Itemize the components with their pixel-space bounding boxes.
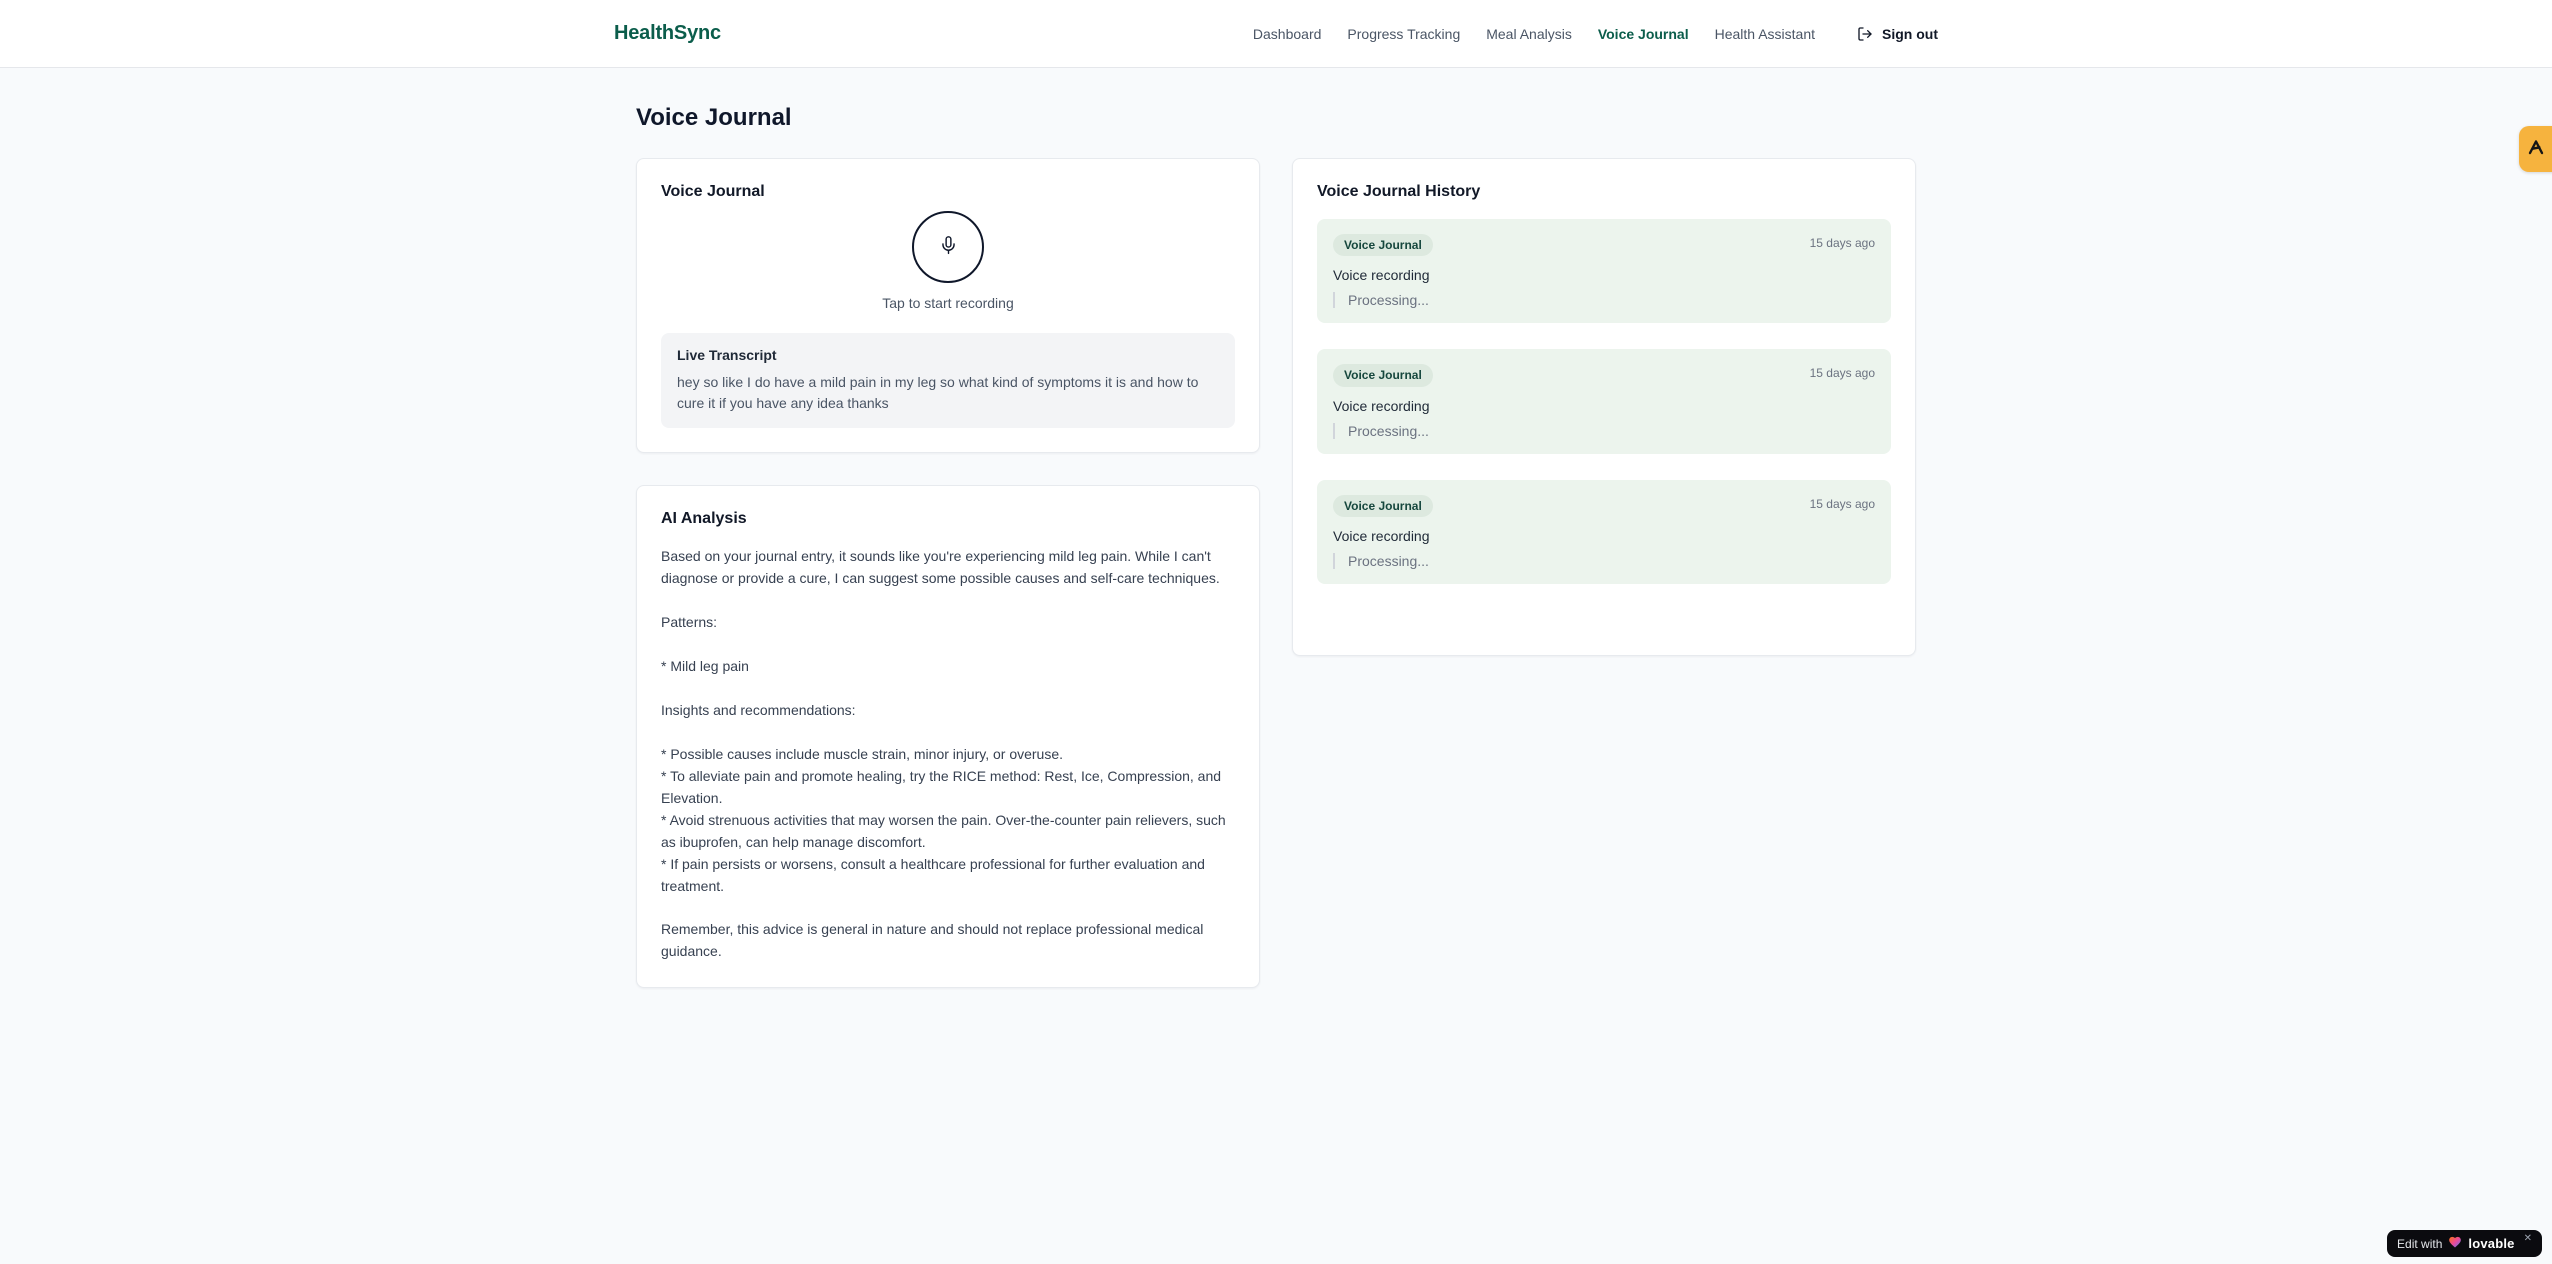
live-transcript-box: Live Transcript hey so like I do have a …: [661, 333, 1235, 428]
entry-text: Voice recording: [1333, 528, 1430, 545]
history-card: Voice Journal History Voice Journal 15 d…: [1292, 158, 1916, 656]
lovable-mark-icon: [2527, 138, 2545, 161]
nav-item-dashboard[interactable]: Dashboard: [1253, 26, 1322, 42]
entry-timestamp: 15 days ago: [1809, 236, 1875, 250]
entry-timestamp: 15 days ago: [1809, 496, 1875, 511]
entry-status: Processing...: [1333, 553, 1875, 570]
history-entries: Voice Journal 15 days ago Voice recordin…: [1317, 219, 1891, 585]
sign-out-button[interactable]: Sign out: [1857, 26, 1938, 42]
entry-timestamp: 15 days ago: [1809, 366, 1875, 381]
nav-item-voice-journal[interactable]: Voice Journal: [1598, 26, 1689, 42]
app-logo[interactable]: HealthSync: [614, 22, 721, 45]
microphone-icon: [939, 236, 958, 258]
voice-recorder-card: Voice Journal Tap to start recording Liv…: [636, 158, 1260, 453]
page-title: Voice Journal: [636, 104, 792, 131]
history-entry[interactable]: Voice Journal 15 days ago Voice recordin…: [1317, 479, 1891, 585]
ai-analysis-text: Based on your journal entry, it sounds l…: [661, 548, 1226, 960]
ai-analysis-card: AI Analysis Based on your journal entry,…: [636, 485, 1260, 989]
gradient-heart-icon: [2448, 1235, 2462, 1253]
history-entry[interactable]: Voice Journal 15 days ago Voice recordin…: [1317, 349, 1891, 454]
main-content: Voice Journal Voice Journal Tap to start…: [636, 68, 1916, 989]
nav-item-health-assistant[interactable]: Health Assistant: [1715, 26, 1815, 42]
transcript-text: hey so like I do have a mild pain in my …: [677, 374, 1199, 411]
nav-item-progress-tracking[interactable]: Progress Tracking: [1347, 26, 1460, 42]
sign-out-label: Sign out: [1882, 25, 1938, 42]
edit-with-label: Edit with: [2397, 1236, 2443, 1251]
lovable-edge-button[interactable]: [2519, 126, 2552, 172]
record-button[interactable]: [912, 211, 984, 283]
recording-hint: Tap to start recording: [882, 295, 1014, 311]
main-nav: Dashboard Progress Tracking Meal Analysi…: [1253, 26, 1938, 42]
badge-close-icon[interactable]: ✕: [2524, 1234, 2532, 1244]
entry-status: Processing...: [1333, 422, 1875, 439]
entry-text: Voice recording: [1333, 397, 1430, 414]
recorder-card-title: Voice Journal: [661, 183, 765, 200]
entry-status: Processing...: [1333, 292, 1875, 309]
entry-type-badge: Voice Journal: [1333, 234, 1433, 257]
lovable-brand-label: lovable: [2468, 1236, 2515, 1251]
history-title: Voice Journal History: [1317, 183, 1481, 200]
sign-out-icon: [1857, 26, 1873, 42]
nav-item-meal-analysis[interactable]: Meal Analysis: [1486, 26, 1572, 42]
top-navbar: HealthSync Dashboard Progress Tracking M…: [0, 0, 2552, 68]
ai-analysis-title: AI Analysis: [661, 510, 747, 527]
entry-type-badge: Voice Journal: [1333, 364, 1433, 387]
entry-text: Voice recording: [1333, 267, 1430, 284]
transcript-title: Live Transcript: [677, 347, 777, 363]
history-entry[interactable]: Voice Journal 15 days ago Voice recordin…: [1317, 219, 1891, 324]
edit-with-lovable-badge[interactable]: Edit with lovable ✕: [2387, 1230, 2542, 1257]
entry-type-badge: Voice Journal: [1333, 494, 1433, 518]
